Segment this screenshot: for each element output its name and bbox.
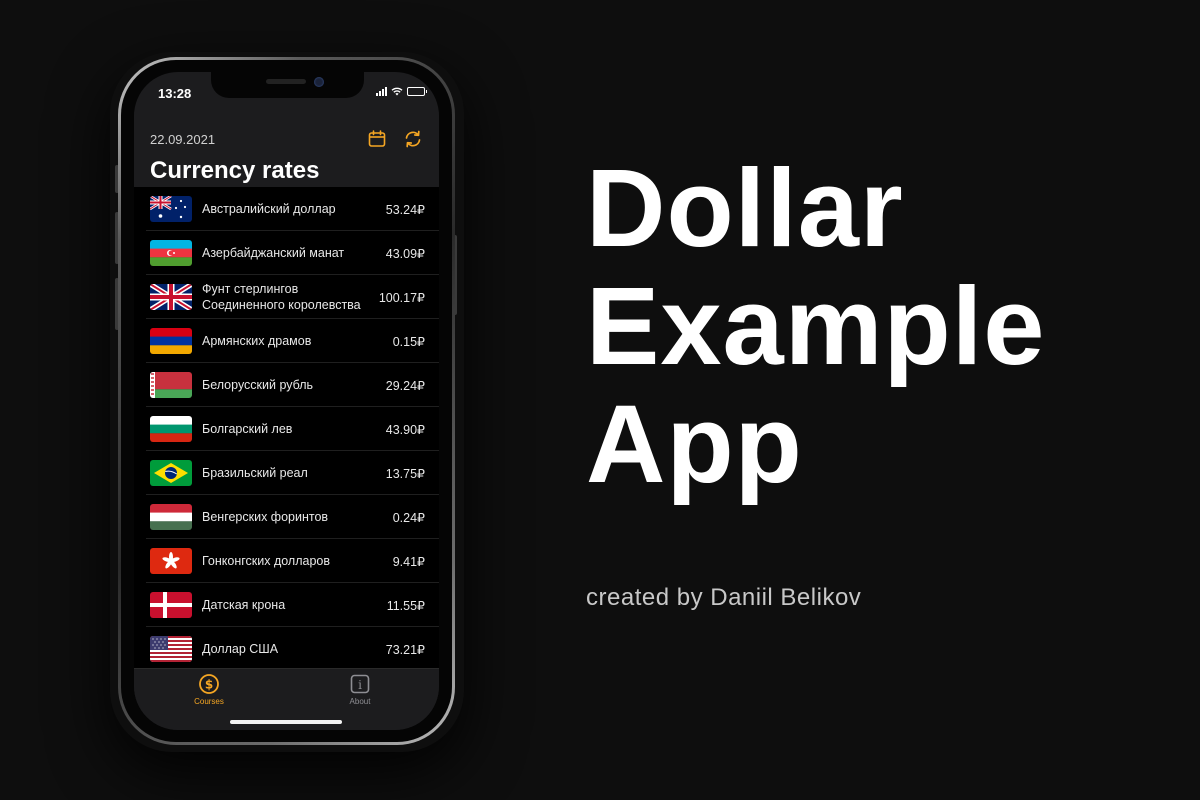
currency-rate: 11.55₽ — [386, 598, 425, 613]
phone-screen: 13:28 22.09.2021 Currency rates Австрали… — [134, 72, 439, 730]
currency-name: Фунт стерлингов Соединенного королевства — [202, 282, 361, 312]
currency-name: Армянских драмов — [202, 334, 312, 348]
phone-frame: 13:28 22.09.2021 Currency rates Австрали… — [118, 57, 455, 745]
tab-label: About — [349, 697, 371, 706]
currency-row-usd[interactable]: Доллар США 73.21₽ — [146, 627, 439, 668]
speaker — [266, 79, 306, 84]
currency-name: Австралийский доллар — [202, 202, 336, 216]
denmark-flag-icon — [150, 592, 192, 618]
hungary-flag-icon — [150, 504, 192, 530]
calendar-button[interactable] — [366, 128, 388, 150]
battery-icon — [407, 87, 427, 96]
phone-bezel: 13:28 22.09.2021 Currency rates Австрали… — [121, 60, 452, 742]
refresh-icon — [405, 130, 421, 148]
currency-rate: 100.17₽ — [378, 290, 425, 305]
currency-rate: 43.09₽ — [385, 246, 425, 261]
currency-name: Датская крона — [202, 598, 286, 612]
promo-title-line: App — [586, 383, 803, 506]
page-title: Currency rates — [150, 157, 320, 184]
azerbaijan-flag-icon — [150, 240, 192, 266]
australia-flag-icon — [150, 196, 192, 222]
currency-row-brl[interactable]: Бразильский реал 13.75₽ — [146, 451, 439, 495]
refresh-button[interactable] — [402, 128, 424, 150]
currency-rate: 73.21₽ — [385, 642, 425, 657]
hong-kong-flag-icon — [150, 548, 192, 574]
promo-title: Dollar Example App — [586, 150, 1045, 504]
currency-row-dkk[interactable]: Датская крона 11.55₽ — [146, 583, 439, 627]
currency-rate: 53.24₽ — [385, 202, 425, 217]
tab-bar: $ Courses i About — [134, 668, 439, 730]
promo-title-line: Example — [586, 265, 1046, 388]
usa-flag-icon — [150, 636, 192, 662]
tab-about[interactable]: i About — [320, 673, 400, 706]
currency-name: Азербайджанский манат — [202, 246, 345, 260]
svg-text:$: $ — [205, 678, 213, 692]
currency-name: Болгарский лев — [202, 422, 293, 436]
currency-rate: 9.41₽ — [392, 554, 425, 569]
brazil-flag-icon — [150, 460, 192, 486]
bulgaria-flag-icon — [150, 416, 192, 442]
currency-rate: 13.75₽ — [385, 466, 425, 481]
currency-row-bgn[interactable]: Болгарский лев 43.90₽ — [146, 407, 439, 451]
notch — [211, 72, 364, 98]
currency-row-amd[interactable]: Армянских драмов 0.15₽ — [146, 319, 439, 363]
currency-name: Бразильский реал — [202, 466, 308, 480]
currency-rate: 0.15₽ — [392, 334, 425, 349]
armenia-flag-icon — [150, 328, 192, 354]
header: 22.09.2021 Currency rates — [134, 112, 439, 187]
currency-row-aud[interactable]: Австралийский доллар 53.24₽ — [146, 187, 439, 231]
currency-row-hkd[interactable]: Гонконгских долларов 9.41₽ — [146, 539, 439, 583]
status-icons — [376, 87, 427, 96]
currency-name: Гонконгских долларов — [202, 554, 331, 568]
currency-row-azn[interactable]: Азербайджанский манат 43.09₽ — [146, 231, 439, 275]
currency-rate: 43.90₽ — [385, 422, 425, 437]
svg-text:i: i — [358, 678, 362, 692]
selected-date: 22.09.2021 — [150, 132, 216, 147]
currency-name: Доллар США — [202, 642, 279, 656]
belarus-flag-icon — [150, 372, 192, 398]
promo-credit: created by Daniil Belikov — [586, 584, 862, 611]
cellular-signal-icon — [376, 87, 387, 96]
currency-row-byn[interactable]: Белорусский рубль 29.24₽ — [146, 363, 439, 407]
united-kingdom-flag-icon — [150, 284, 192, 310]
currency-rate: 29.24₽ — [385, 378, 425, 393]
promo-title-line: Dollar — [586, 147, 904, 270]
currency-row-huf[interactable]: Венгерских форинтов 0.24₽ — [146, 495, 439, 539]
info-icon: i — [350, 674, 370, 694]
currency-name: Белорусский рубль — [202, 378, 314, 392]
status-time: 13:28 — [158, 86, 192, 101]
tab-courses[interactable]: $ Courses — [169, 673, 249, 706]
calendar-icon — [368, 130, 386, 147]
currency-name: Венгерских форинтов — [202, 510, 329, 524]
currency-rate: 0.24₽ — [392, 510, 425, 525]
tab-label: Courses — [194, 697, 224, 706]
currency-list[interactable]: Австралийский доллар 53.24₽ Азербайджанс… — [134, 187, 439, 668]
home-indicator[interactable] — [230, 720, 342, 724]
front-camera — [314, 77, 324, 87]
wifi-icon — [391, 87, 403, 96]
currency-row-gbp[interactable]: Фунт стерлингов Соединенного королевства… — [146, 275, 439, 319]
dollar-circle-icon: $ — [199, 674, 219, 694]
